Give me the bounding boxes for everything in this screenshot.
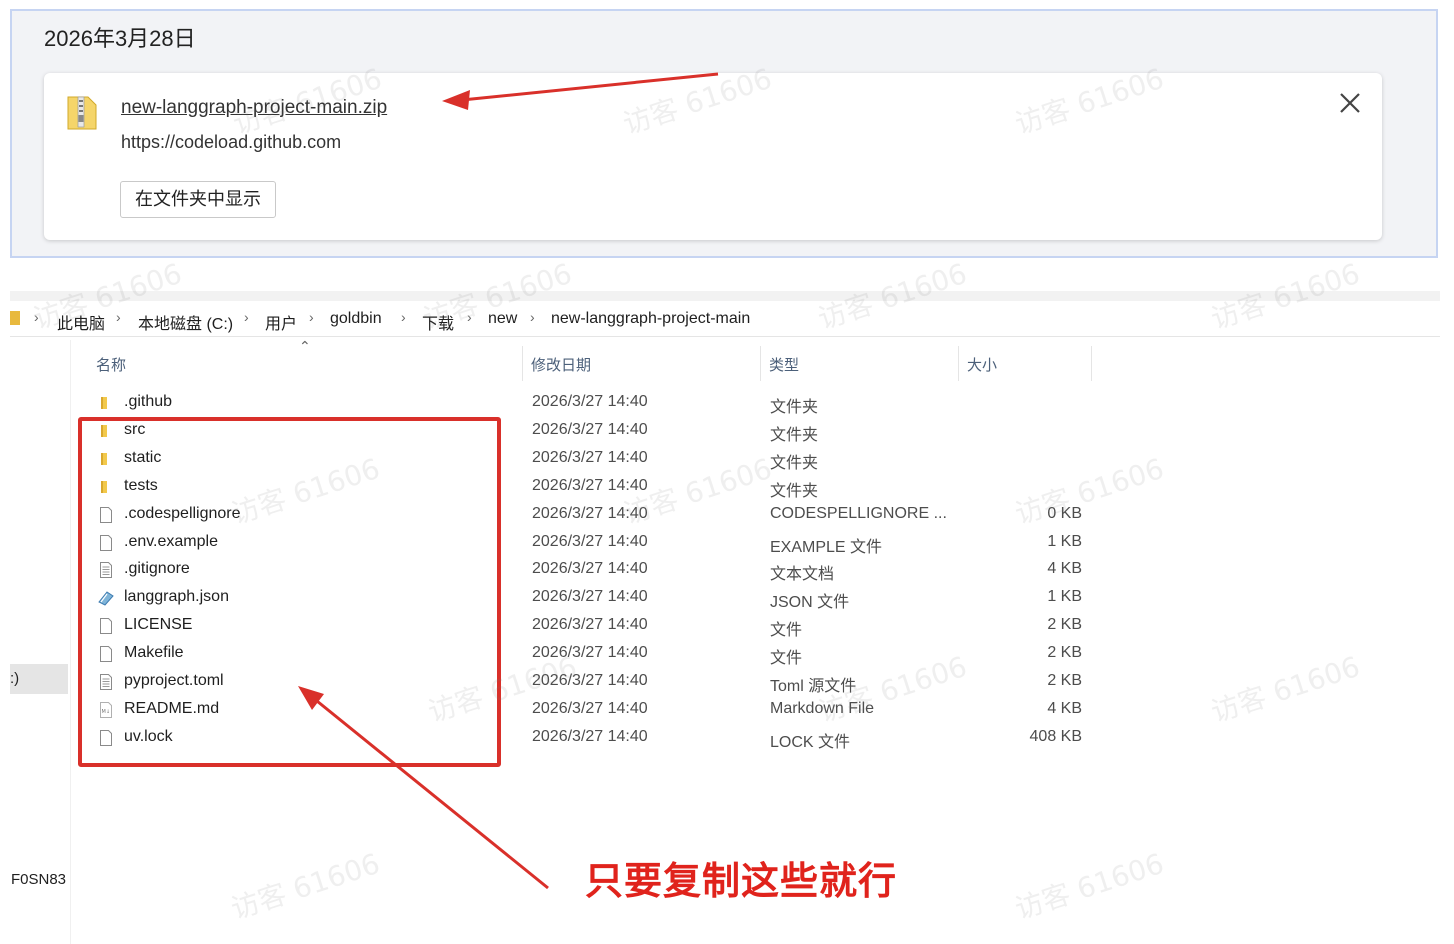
show-in-folder-button[interactable]: 在文件夹中显示 (120, 181, 276, 218)
file-type: 文件夹 (770, 482, 819, 500)
highlight-box (78, 417, 501, 767)
file-modified-date: 2026/3/27 14:40 (532, 532, 648, 550)
chevron-right-icon[interactable]: › (467, 309, 472, 325)
file-type: Markdown File (770, 699, 875, 717)
file-size: 4 KB (1047, 560, 1082, 578)
file-size: 0 KB (1047, 504, 1082, 522)
chevron-right-icon[interactable]: › (401, 309, 406, 325)
file-type: EXAMPLE 文件 (770, 538, 883, 556)
column-divider[interactable] (958, 346, 959, 381)
zip-archive-icon (67, 96, 97, 130)
file-modified-date: 2026/3/27 14:40 (532, 393, 648, 410)
file-modified-date: 2026/3/27 14:40 (532, 560, 648, 578)
file-size: 2 KB (1047, 672, 1082, 689)
chevron-right-icon[interactable]: › (244, 309, 249, 325)
file-modified-date: 2026/3/27 14:40 (532, 699, 648, 717)
file-modified-date: 2026/3/27 14:40 (532, 672, 648, 689)
breadcrumb-item-users[interactable]: 用户 (265, 310, 297, 334)
annotation-caption: 只要复制这些就行 (585, 859, 898, 903)
file-type: LOCK 文件 (770, 733, 851, 751)
file-size: 4 KB (1047, 699, 1082, 717)
file-type: 文件 (770, 622, 803, 640)
breadcrumb-item-local-disk[interactable]: 本地磁盘 (C:) (138, 310, 233, 334)
file-modified-date: 2026/3/27 14:40 (532, 588, 648, 606)
column-divider[interactable] (760, 346, 761, 381)
sort-ascending-icon: ⌃ (299, 339, 311, 355)
file-size: 1 KB (1047, 532, 1082, 550)
file-modified-date: 2026/3/27 14:40 (532, 476, 648, 494)
column-header-name[interactable]: 名称 (96, 354, 126, 375)
file-size: 2 KB (1047, 616, 1082, 634)
watermark-text: 访客 61606 (1011, 846, 1168, 926)
file-modified-date: 2026/3/27 14:40 (532, 504, 648, 522)
watermark-text: 访客 61606 (227, 846, 384, 926)
chevron-right-icon[interactable]: › (530, 309, 535, 325)
file-type: Toml 源文件 (770, 678, 857, 695)
breadcrumb-item-project-folder[interactable]: new-langgraph-project-main (551, 310, 750, 328)
file-modified-date: 2026/3/27 14:40 (532, 448, 648, 466)
file-type: 文件夹 (770, 454, 819, 472)
watermark-text: 访客 61606 (1207, 649, 1364, 729)
chevron-right-icon[interactable]: › (309, 309, 314, 325)
breadcrumb-item-downloads[interactable]: 下载 (422, 310, 454, 334)
column-header-type[interactable]: 类型 (769, 354, 799, 375)
file-size: 408 KB (1029, 727, 1082, 745)
file-row[interactable]: .github 2026/3/27 14:40 文件夹 (90, 389, 1090, 417)
column-divider[interactable] (1091, 346, 1092, 381)
column-header-date[interactable]: 修改日期 (531, 354, 591, 375)
file-type: 文本文档 (770, 566, 835, 584)
file-type: JSON 文件 (770, 594, 850, 612)
column-header-size[interactable]: 大小 (967, 354, 997, 375)
breadcrumb: › 此电脑 › 本地磁盘 (C:) › 用户 › goldbin › 下载 › … (10, 303, 1440, 337)
file-type: 文件夹 (770, 399, 819, 416)
file-modified-date: 2026/3/27 14:40 (532, 644, 648, 662)
file-name: .github (124, 393, 173, 410)
file-modified-date: 2026/3/27 14:40 (532, 420, 648, 438)
close-icon[interactable] (1338, 91, 1362, 115)
nav-item-computer-name[interactable]: F0SN83 (11, 871, 66, 888)
breadcrumb-item-new[interactable]: new (488, 310, 517, 328)
column-divider[interactable] (522, 346, 523, 381)
file-type: CODESPELLIGNORE ... (770, 504, 947, 522)
file-type: 文件 (770, 650, 803, 668)
breadcrumb-folder-icon (10, 311, 20, 325)
breadcrumb-item-this-pc[interactable]: 此电脑 (57, 310, 105, 334)
download-date-header: 2026年3月28日 (44, 26, 196, 51)
nav-item-drive-label[interactable]: :) (10, 670, 19, 687)
file-size: 1 KB (1047, 588, 1082, 606)
file-size: 2 KB (1047, 644, 1082, 662)
download-panel: 2026年3月28日 new-langgraph-project-main.zi… (10, 9, 1438, 258)
navigation-pane: :) F0SN83 (10, 340, 71, 944)
folder-icon (98, 395, 114, 411)
file-modified-date: 2026/3/27 14:40 (532, 616, 648, 634)
breadcrumb-item-goldbin[interactable]: goldbin (330, 310, 382, 328)
download-source-url: https://codeload.github.com (121, 132, 342, 152)
downloaded-file-link[interactable]: new-langgraph-project-main.zip (121, 97, 387, 119)
chevron-right-icon[interactable]: › (34, 309, 39, 325)
file-type: 文件夹 (770, 426, 819, 444)
file-modified-date: 2026/3/27 14:40 (532, 727, 648, 745)
download-item-card: new-langgraph-project-main.zip https://c… (44, 73, 1382, 240)
chevron-right-icon[interactable]: › (116, 309, 121, 325)
explorer-toolbar-strip (10, 291, 1440, 301)
